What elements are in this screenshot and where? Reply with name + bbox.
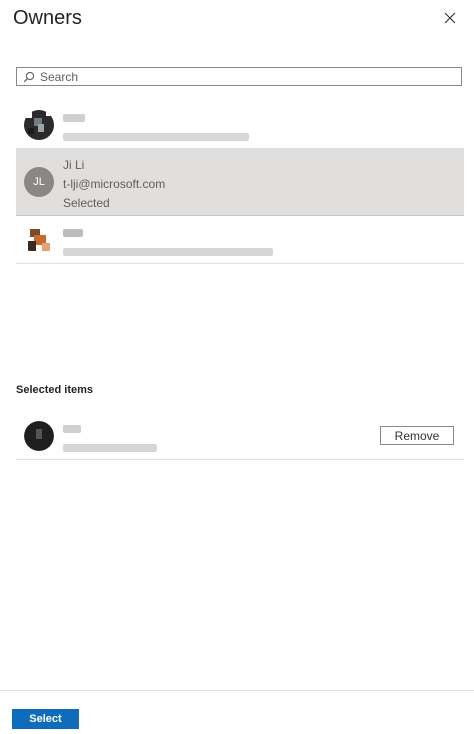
avatar: JL — [24, 167, 54, 197]
redacted-email — [63, 443, 157, 452]
panel-header: Owners — [13, 4, 462, 34]
redacted-email — [63, 132, 249, 141]
avatar-initials: JL — [33, 176, 45, 188]
item-status: Selected — [63, 196, 110, 210]
close-icon — [444, 12, 456, 24]
panel-title: Owners — [13, 7, 82, 29]
avatar — [24, 225, 54, 255]
selected-item: Remove — [16, 412, 464, 460]
redacted-name — [63, 113, 85, 122]
list-item[interactable] — [16, 101, 464, 149]
list-item-selected[interactable]: JL Ji Li t-lji@microsoft.com Selected — [16, 149, 464, 216]
item-name: Ji Li — [63, 158, 85, 172]
avatar — [24, 110, 54, 140]
remove-button[interactable]: Remove — [380, 426, 454, 445]
avatar — [24, 421, 54, 451]
search-input[interactable] — [36, 68, 461, 85]
close-button[interactable] — [438, 6, 462, 30]
redacted-name — [63, 424, 81, 433]
list-item[interactable] — [16, 216, 464, 264]
footer-divider — [0, 690, 474, 691]
redacted-name — [63, 228, 83, 237]
item-email: t-lji@microsoft.com — [63, 177, 166, 191]
search-box[interactable] — [16, 67, 462, 86]
redacted-email — [63, 247, 273, 256]
owners-list: JL Ji Li t-lji@microsoft.com Selected — [16, 101, 464, 264]
search-icon — [22, 70, 36, 84]
selected-items-title: Selected items — [16, 384, 94, 396]
select-button[interactable]: Select — [12, 709, 79, 729]
